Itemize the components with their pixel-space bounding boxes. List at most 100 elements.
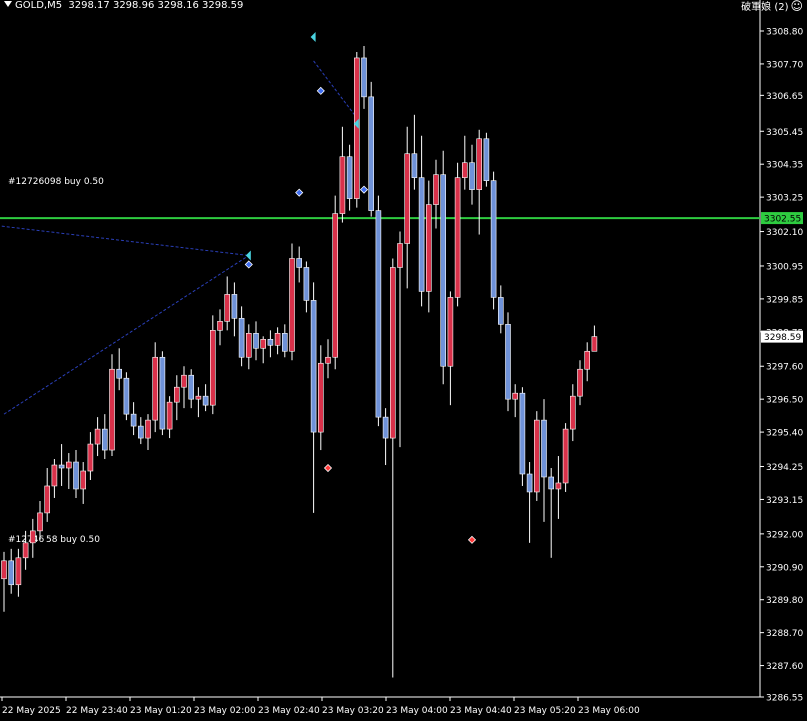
time-tick-label: 23 May 06:00	[578, 706, 640, 716]
candle	[447, 291, 454, 406]
candle-body	[29, 530, 36, 544]
candle	[181, 366, 187, 409]
candle	[461, 135, 468, 190]
candle	[1, 551, 7, 612]
candle	[44, 468, 51, 522]
candle	[505, 312, 511, 412]
candle-body	[476, 138, 483, 190]
candle-body	[181, 374, 187, 388]
order-arrow-icon	[245, 250, 251, 261]
candle-body	[483, 138, 490, 181]
candle-body	[188, 374, 194, 400]
candle-body	[116, 368, 122, 379]
candle	[555, 456, 562, 519]
candle-body	[94, 428, 101, 445]
candle-body	[145, 419, 151, 439]
candle-body	[87, 443, 94, 472]
candle-body	[260, 339, 267, 349]
candle	[548, 468, 555, 558]
candle	[454, 162, 461, 307]
trade-marker-icon	[359, 185, 369, 194]
candle-body	[51, 464, 58, 487]
candle	[526, 462, 533, 543]
price-chart[interactable]: 3308.80 3307.70 3306.65 3305.45 3304.35 3303.…	[0, 0, 807, 721]
candle-body	[569, 395, 576, 430]
candle-body	[310, 300, 317, 433]
candle-body	[174, 386, 180, 403]
candle	[51, 459, 58, 498]
candle-body	[224, 294, 230, 322]
candle	[267, 330, 274, 358]
candle-body	[1, 560, 7, 580]
candle	[469, 144, 475, 205]
price-tick-label: 3302.10	[766, 228, 803, 238]
candle-body	[289, 258, 295, 352]
time-tick-label: 23 May 02:00	[194, 706, 256, 716]
candle-body	[555, 482, 562, 490]
time-tick-label: 23 May 01:20	[130, 706, 192, 716]
price-tick-label: 3294.25	[766, 463, 803, 473]
candle-body	[8, 560, 14, 586]
candle	[483, 132, 490, 187]
candle	[37, 500, 43, 540]
candle	[238, 306, 245, 367]
candle	[584, 342, 591, 382]
candle-body	[584, 350, 591, 370]
candle	[87, 432, 94, 480]
candle-body	[303, 267, 310, 301]
candle-body	[526, 473, 533, 493]
candle-body	[210, 330, 216, 406]
candle-body	[166, 401, 173, 430]
candle	[224, 276, 230, 331]
candle	[303, 261, 310, 313]
candle	[123, 372, 130, 421]
candle	[490, 171, 497, 310]
candle-body	[274, 333, 281, 346]
candle	[253, 321, 259, 361]
candle	[389, 258, 396, 678]
candle	[541, 399, 547, 522]
price-tick-label: 3305.45	[766, 128, 803, 138]
candle	[210, 315, 216, 415]
price-tick-label: 3292.00	[766, 530, 803, 540]
candle-body	[66, 461, 72, 469]
candle	[519, 387, 526, 486]
chart-window[interactable]: GOLD,M5 3298.17 3298.96 3298.16 3298.59 …	[0, 0, 807, 721]
candle	[246, 324, 252, 370]
candle-body	[102, 428, 108, 451]
candle-body	[461, 162, 468, 178]
candle	[281, 324, 288, 358]
candle-body	[281, 333, 288, 352]
time-tick-label: 23 May 04:00	[386, 706, 448, 716]
candle	[274, 327, 281, 355]
candle-body	[440, 174, 447, 367]
candle	[145, 414, 151, 451]
candle	[58, 444, 65, 486]
candle	[411, 114, 418, 190]
candle	[102, 414, 108, 460]
candle-body	[246, 333, 252, 358]
candle-body	[217, 321, 223, 331]
price-tick-label: 3304.35	[766, 161, 803, 171]
candle	[159, 351, 166, 436]
candle-body	[253, 333, 259, 349]
candle-body	[418, 177, 425, 292]
candle-body	[152, 356, 158, 421]
candle	[346, 144, 353, 211]
candle	[440, 150, 447, 385]
candle-body	[267, 339, 274, 346]
candle	[569, 384, 576, 442]
candle-body	[591, 336, 598, 352]
candle	[562, 423, 569, 492]
candle	[116, 348, 122, 391]
price-tick-label: 3287.60	[766, 662, 803, 672]
candle	[296, 246, 303, 283]
candle-body	[519, 392, 526, 475]
current-price-tag-label: 3298.59	[764, 333, 801, 343]
candle-body	[130, 413, 137, 427]
candle-body	[73, 461, 79, 490]
candle-body	[15, 557, 22, 586]
time-tick-label: 23 May 05:20	[514, 706, 576, 716]
candle	[339, 126, 346, 223]
candle	[80, 462, 86, 504]
